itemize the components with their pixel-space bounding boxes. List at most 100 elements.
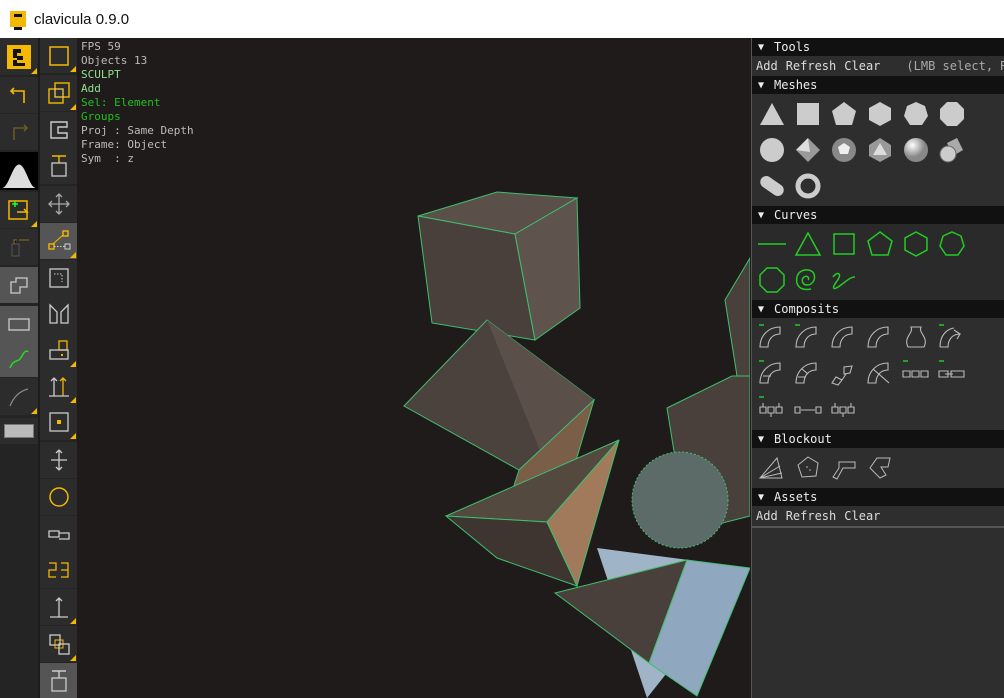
curve-octagon[interactable] [754,262,790,298]
chain-button[interactable] [40,516,77,552]
composit-arc4[interactable] [862,320,898,356]
collapse-triangle-icon: ▼ [758,303,765,315]
assets-add-button[interactable]: Add [756,509,778,523]
color-swatch-button[interactable] [0,418,38,444]
mesh-sphere[interactable] [898,132,934,168]
composit-arc5[interactable] [754,356,790,392]
curve-pentagon[interactable] [862,226,898,262]
curve-line[interactable] [754,226,790,262]
meshes-header[interactable]: ▼ Meshes [752,76,1004,94]
mesh-torus[interactable] [790,168,826,204]
merge-button[interactable] [0,267,38,303]
curve-triangle[interactable] [790,226,826,262]
circle-icon [48,487,69,507]
tools-clear-button[interactable]: Clear [844,59,880,73]
numbering-button[interactable] [40,552,77,588]
mesh-circle[interactable] [754,132,790,168]
mirror-icon [48,303,69,324]
composit-arc6[interactable] [790,356,826,392]
composit-chain3[interactable] [754,392,790,428]
vase-icon [906,326,926,348]
mesh-square[interactable] [790,96,826,132]
mesh-octagon[interactable] [934,96,970,132]
mesh-icosahedron[interactable] [862,132,898,168]
blockout-pentagon[interactable] [790,450,826,486]
3d-viewport[interactable]: FPS 59 Objects 13 SCULPT Add Sel: Element Gro… [77,38,750,698]
circle-button[interactable] [40,479,77,515]
mesh-heptagon[interactable] [898,96,934,132]
spray-button[interactable] [0,229,38,265]
arc5-icon [759,360,781,384]
extrude-button[interactable] [40,368,77,404]
select-inset-button[interactable] [40,112,77,148]
mesh-octahedron[interactable] [790,132,826,168]
composit-chain1[interactable] [898,356,934,392]
blockout-elbow[interactable] [826,450,862,486]
chain3-icon [759,396,783,417]
corner-button[interactable] [40,260,77,296]
assets-refresh-button[interactable]: Refresh [786,509,837,523]
move-button[interactable] [40,186,77,222]
composit-arc2[interactable] [790,320,826,356]
vertical-arrows-icon [50,449,67,471]
curve-hexagon[interactable] [898,226,934,262]
curve-square[interactable] [826,226,862,262]
mesh-hexagon[interactable] [862,96,898,132]
tools-refresh-button[interactable]: Refresh [786,59,837,73]
heptagon-icon [904,102,928,125]
brush-falloff-button[interactable] [0,152,38,190]
composit-chain4[interactable] [790,392,826,428]
composit-arrow[interactable] [934,320,970,356]
arc-button[interactable] [0,378,38,415]
mesh-triangle[interactable] [754,96,790,132]
composit-arc7[interactable] [826,356,862,392]
left-toolbar-secondary [40,38,77,698]
blockout-header[interactable]: ▼ Blockout [752,430,1004,448]
undo-button[interactable] [0,77,38,113]
composit-chain2[interactable] [934,356,970,392]
mesh-cylinder[interactable] [934,132,970,168]
assets-clear-button[interactable]: Clear [844,509,880,523]
select-attached-button[interactable] [40,148,77,184]
assets-header[interactable]: ▼ Assets [752,488,1004,506]
section-title: Curves [774,208,818,222]
hang-button[interactable] [40,663,77,698]
composit-arc3[interactable] [826,320,862,356]
scale-vertical-button[interactable] [40,442,77,478]
pivot-button[interactable] [40,332,77,368]
composit-vase[interactable] [898,320,934,356]
rectangle-icon [8,317,30,331]
dodecahedron-icon [832,138,856,162]
center-button[interactable] [40,404,77,440]
rect-tool-button[interactable] [0,306,38,341]
torus-icon [795,173,821,199]
falloff-curve-icon [2,164,36,188]
tools-header[interactable]: ▼ Tools [752,38,1004,56]
mesh-pentagon[interactable] [826,96,862,132]
curve-draw-button[interactable] [0,341,38,377]
spiral-icon [795,269,816,291]
select-overlap-button[interactable] [40,75,77,111]
composits-header[interactable]: ▼ Composits [752,300,1004,318]
logo-menu-button[interactable] [0,38,38,75]
mirror-button[interactable] [40,296,77,332]
lift-button[interactable] [40,589,77,625]
duplicate-button[interactable] [40,626,77,662]
redo-button[interactable] [0,114,38,150]
composit-chain5[interactable] [826,392,862,428]
mesh-dodecahedron[interactable] [826,132,862,168]
tools-add-button[interactable]: Add [756,59,778,73]
curve-heptagon[interactable] [934,226,970,262]
blockout-fan[interactable] [754,450,790,486]
vertex-edit-button[interactable] [40,223,77,259]
select-box-button[interactable] [40,38,77,73]
curve-freehand[interactable] [826,262,862,298]
mesh-capsule[interactable] [754,168,790,204]
blockout-hook[interactable] [862,450,898,486]
curves-header[interactable]: ▼ Curves [752,206,1004,224]
composit-arc1[interactable] [754,320,790,356]
title-bar: clavicula 0.9.0 [0,0,1004,38]
composit-arc8[interactable] [862,356,898,392]
add-object-button[interactable] [0,192,38,228]
curve-spiral[interactable] [790,262,826,298]
